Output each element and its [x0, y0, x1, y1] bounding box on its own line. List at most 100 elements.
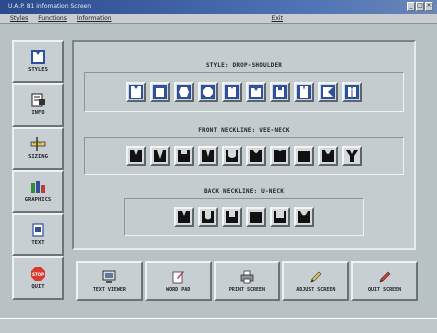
u-neck-icon: [226, 150, 238, 162]
angled-style-icon: [321, 85, 335, 99]
front-neckline-option[interactable]: [246, 146, 266, 166]
style-options-panel: [84, 72, 404, 112]
monitor-icon: [102, 270, 116, 283]
front-neckline-title: FRONT NECKLINE: VEE-NECK: [198, 127, 290, 134]
quit-screen-button[interactable]: QUIT SCREEN: [351, 261, 418, 301]
notepad-icon: [172, 270, 185, 283]
style-option[interactable]: [318, 82, 338, 102]
word-pad-button[interactable]: WORD PAD: [144, 261, 212, 301]
graphics-icon: [31, 181, 45, 194]
toolbar-label: TEXT VIEWER: [92, 286, 126, 293]
status-bar: [0, 318, 437, 333]
style-option[interactable]: [294, 82, 314, 102]
sidebar-item-label: INFO: [31, 110, 45, 117]
back-neckline-option[interactable]: [222, 207, 242, 227]
style-option[interactable]: [246, 82, 266, 102]
style-option[interactable]: [150, 82, 170, 102]
back-neckline-panel: [124, 198, 364, 236]
sidebar-item-sizing[interactable]: SIZING: [12, 126, 64, 170]
front-neckline-option[interactable]: [126, 146, 146, 166]
back-neckline-title: BACK NECKLINE: U-NECK: [203, 188, 285, 195]
front-neckline-option[interactable]: [294, 146, 314, 166]
window-controls: _ □ ×: [407, 2, 433, 11]
style-section-title: STYLE: DROP-SHOULDER: [205, 62, 283, 69]
front-neckline-option[interactable]: [342, 146, 362, 166]
front-neckline-option[interactable]: [270, 146, 290, 166]
toolbar-label: WORD PAD: [166, 286, 191, 293]
cardigan-style-icon: [345, 85, 359, 99]
garment-icon: [31, 50, 45, 65]
boat-neck-icon: [298, 151, 310, 162]
style-option[interactable]: [270, 82, 290, 102]
toolbar-label: PRINT SCREEN: [228, 286, 266, 293]
menu-functions[interactable]: Functions: [38, 14, 67, 23]
crew-neck-icon: [274, 150, 286, 162]
menu-styles[interactable]: Styles: [10, 14, 28, 23]
style-option[interactable]: [174, 82, 194, 102]
stop-sign-icon: STOP: [31, 266, 45, 281]
back-vee-icon: [178, 211, 190, 223]
menu-exit[interactable]: Exit: [272, 14, 283, 23]
square-neck-icon: [178, 150, 190, 162]
maximize-button[interactable]: □: [416, 2, 424, 11]
sidebar-item-styles[interactable]: STYLES: [12, 40, 64, 84]
vee-neck-icon: [130, 150, 142, 162]
ruler-icon: [30, 136, 46, 151]
octagon-style-icon: [201, 85, 215, 99]
style-option[interactable]: [222, 82, 242, 102]
back-neckline-option[interactable]: [198, 207, 218, 227]
minimize-button[interactable]: _: [407, 2, 415, 11]
hexagon-style-icon: [177, 85, 191, 99]
sidebar-item-label: TEXT: [31, 240, 45, 247]
vest-style-icon: [297, 85, 311, 99]
style-option[interactable]: [198, 82, 218, 102]
text-viewer-button[interactable]: TEXT VIEWER: [76, 261, 143, 301]
window-title: U.A.P. 81 infomation Screen: [8, 3, 92, 10]
style-option[interactable]: [126, 82, 146, 102]
style-option[interactable]: [342, 82, 362, 102]
front-neckline-option[interactable]: [318, 146, 338, 166]
back-square-icon: [226, 211, 238, 223]
front-neckline-option[interactable]: [222, 146, 242, 166]
front-neckline-option[interactable]: [174, 146, 194, 166]
back-high-icon: [250, 212, 262, 223]
boxy-style-icon: [153, 85, 167, 99]
back-neckline-option[interactable]: [294, 207, 314, 227]
back-deep-u-icon: [202, 211, 214, 223]
svg-text:STOP: STOP: [32, 272, 44, 277]
narrow-vee-icon: [202, 150, 214, 162]
saddle-style-icon: [249, 85, 263, 99]
back-scoop-icon: [298, 211, 310, 223]
sidebar-item-label: STYLES: [28, 67, 48, 74]
back-u-icon: [274, 211, 286, 223]
pencil-icon: [310, 271, 322, 282]
front-neckline-option[interactable]: [150, 146, 170, 166]
main-panel: STYLE: DROP-SHOULDER FRONT NECKLINE: VEE…: [72, 40, 416, 250]
red-pencil-icon: [379, 271, 391, 282]
adjust-screen-button[interactable]: ADJUST SCREEN: [282, 261, 350, 301]
toolbar-label: QUIT SCREEN: [368, 286, 402, 293]
info-sheet-icon: [31, 93, 45, 107]
scoop-neck-icon: [250, 150, 262, 162]
text-page-icon: [32, 223, 44, 237]
back-neckline-option[interactable]: [270, 207, 290, 227]
raglan-style-icon: [225, 85, 239, 99]
sidebar-item-quit[interactable]: STOP QUIT: [12, 256, 64, 300]
front-neckline-option[interactable]: [198, 146, 218, 166]
sidebar-item-label: QUIT: [31, 283, 45, 290]
printer-icon: [240, 270, 254, 283]
sidebar-item-info[interactable]: INFO: [12, 83, 64, 127]
back-neckline-option[interactable]: [246, 207, 266, 227]
set-in-style-icon: [273, 85, 287, 99]
bottom-toolbar: TEXT VIEWER WORD PAD PRINT SCREEN ADJUST…: [76, 261, 418, 301]
front-neckline-panel: [84, 137, 404, 175]
sidebar-item-graphics[interactable]: GRAPHICS: [12, 169, 64, 214]
deep-vee-icon: [154, 150, 166, 162]
sidebar-item-text[interactable]: TEXT: [12, 213, 64, 257]
menu-information[interactable]: Information: [77, 14, 112, 23]
close-button[interactable]: ×: [425, 2, 433, 11]
print-screen-button[interactable]: PRINT SCREEN: [213, 261, 281, 301]
drop-shoulder-icon: [129, 85, 143, 99]
y-neck-icon: [346, 150, 358, 162]
back-neckline-option[interactable]: [174, 207, 194, 227]
